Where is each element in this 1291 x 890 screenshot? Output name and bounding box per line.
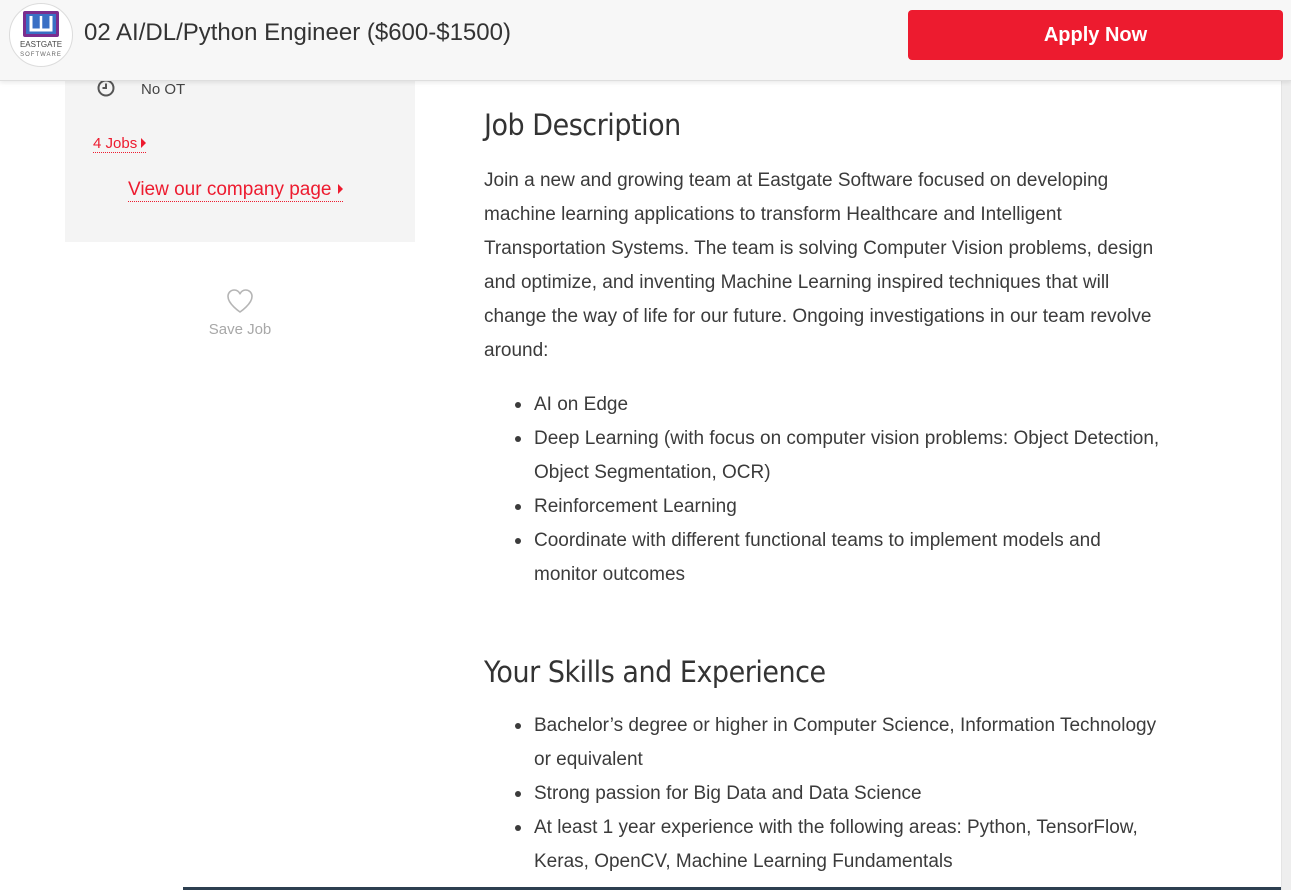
list-item: Deep Learning (with focus on computer vi… <box>515 422 1164 490</box>
skills-heading: Your Skills and Experience <box>484 655 826 689</box>
list-item: Reinforcement Learning <box>515 490 1164 524</box>
job-description-heading: Job Description <box>484 108 681 142</box>
company-jobs-link[interactable]: 4 Jobs <box>93 135 147 153</box>
save-job-button[interactable]: Save Job <box>190 288 290 338</box>
company-jobs-label: 4 Jobs <box>93 135 138 152</box>
list-item: At least 1 year experience with the foll… <box>515 811 1164 879</box>
eastgate-logo-icon: EASTGATE SOFTWARE <box>20 11 62 58</box>
job-title: 02 AI/DL/Python Engineer ($600-$1500) <box>84 19 511 46</box>
job-header-bar: EASTGATE SOFTWARE 02 AI/DL/Python Engine… <box>0 0 1291 81</box>
caret-right-icon <box>141 138 147 148</box>
company-logo[interactable]: EASTGATE SOFTWARE <box>9 3 73 67</box>
list-item: Coordinate with different functional tea… <box>515 524 1164 592</box>
company-page-label: View our company page <box>128 179 332 200</box>
job-description-text: Join a new and growing team at Eastgate … <box>484 170 1154 361</box>
overtime-text: No OT <box>141 81 186 98</box>
heart-icon <box>227 289 253 313</box>
job-content: Job Description Join a new and growing t… <box>484 108 1164 879</box>
company-page-link[interactable]: View our company page <box>128 179 343 202</box>
list-item: Strong passion for Big Data and Data Sci… <box>515 777 1164 811</box>
clock-icon <box>97 79 115 97</box>
list-item: AI on Edge <box>515 388 1164 422</box>
logo-text-top: EASTGATE <box>20 40 62 49</box>
skills-list: Bachelor’s degree or higher in Computer … <box>484 709 1164 879</box>
caret-right-icon <box>337 184 343 194</box>
company-info-card: No OT 4 Jobs View our company page <box>65 60 415 242</box>
logo-text-bottom: SOFTWARE <box>20 52 62 58</box>
job-description-list: AI on Edge Deep Learning (with focus on … <box>484 388 1164 592</box>
scrollbar-track[interactable] <box>1282 0 1291 890</box>
save-job-label: Save Job <box>208 321 272 338</box>
apply-now-button[interactable]: Apply Now <box>908 10 1283 60</box>
list-item: Bachelor’s degree or higher in Computer … <box>515 709 1164 777</box>
